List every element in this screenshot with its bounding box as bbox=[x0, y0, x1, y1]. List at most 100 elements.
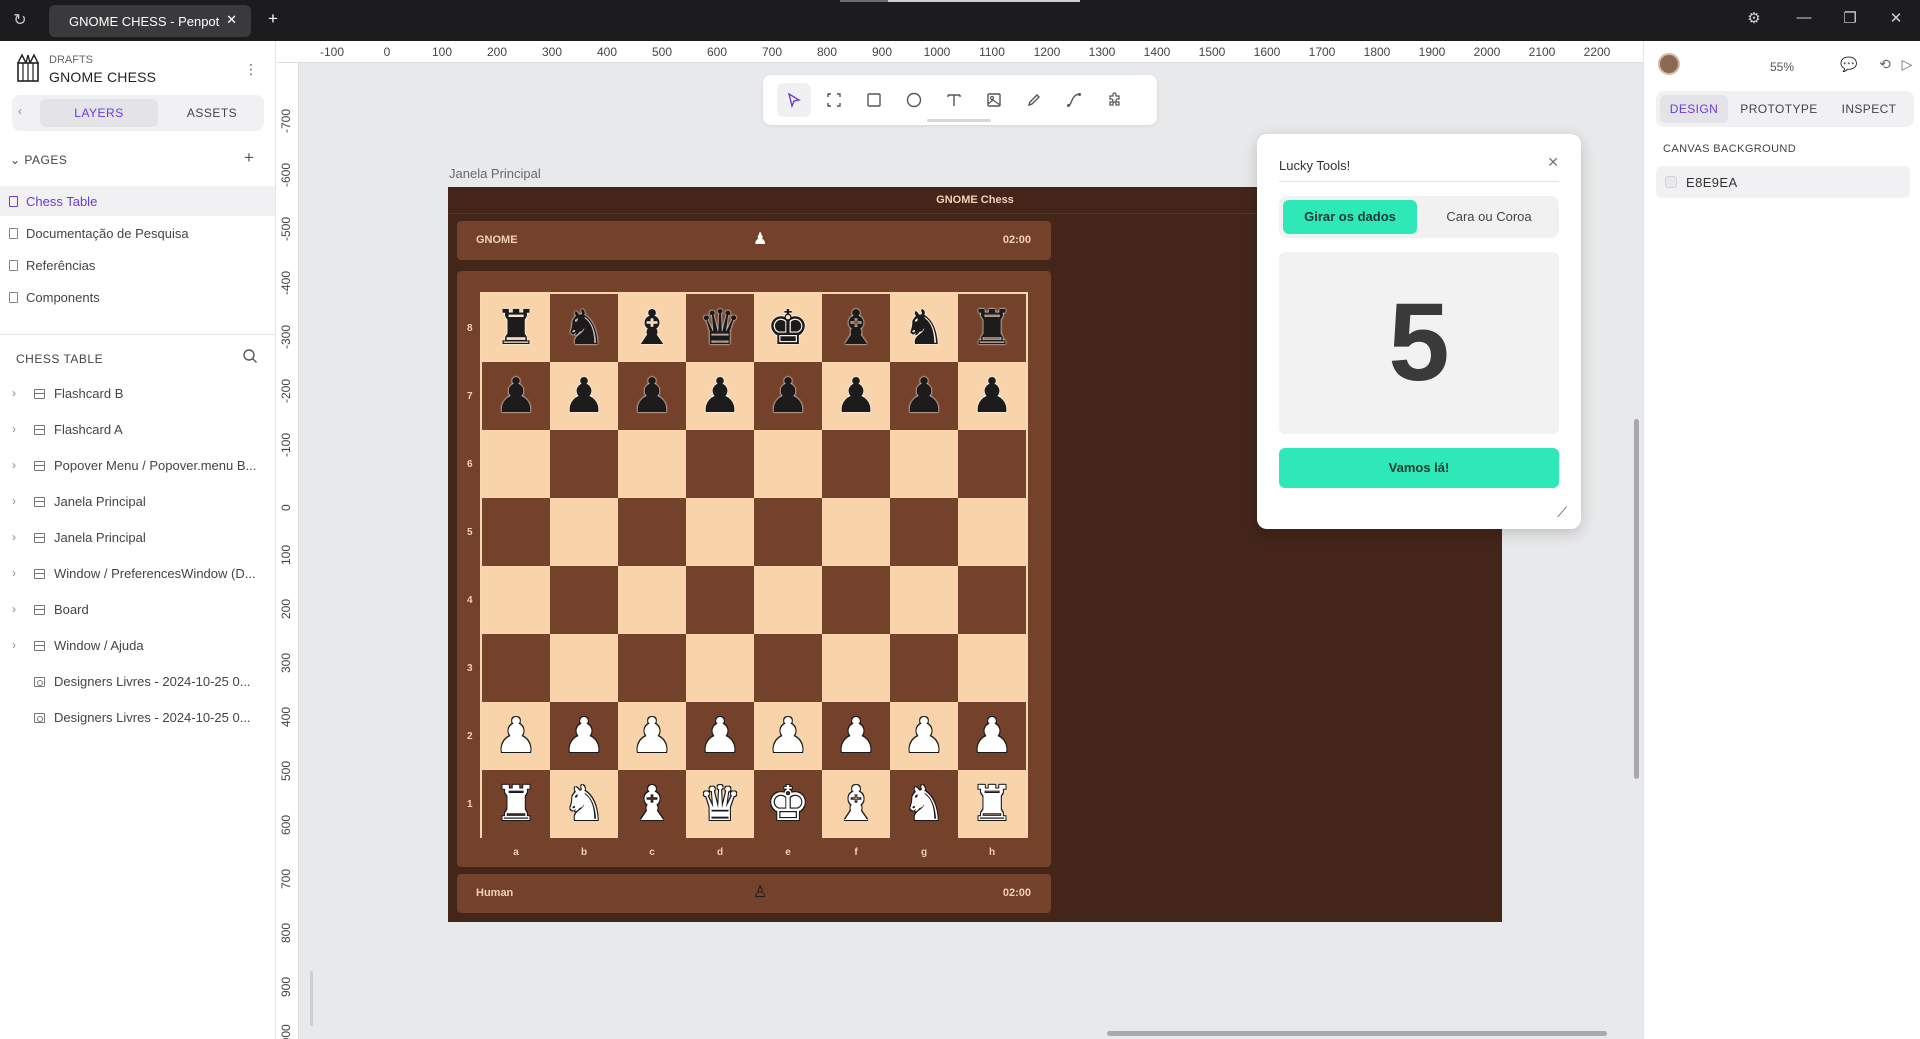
board-square[interactable] bbox=[754, 498, 822, 566]
settings-icon[interactable]: ⚙ bbox=[1742, 9, 1766, 27]
chess-piece[interactable]: ♝ bbox=[618, 294, 686, 362]
vertical-scrollbar[interactable] bbox=[1634, 419, 1639, 779]
pages-header[interactable]: ⌄ PAGES bbox=[10, 153, 67, 167]
plugins-icon[interactable] bbox=[1097, 83, 1131, 117]
chess-piece[interactable]: ♜ bbox=[958, 770, 1026, 838]
chevron-right-icon[interactable]: › bbox=[12, 386, 16, 400]
chess-piece[interactable]: ♚ bbox=[754, 294, 822, 362]
chevron-right-icon[interactable]: › bbox=[12, 638, 16, 652]
roll-dice-tab[interactable]: Girar os dados bbox=[1283, 200, 1417, 234]
chess-piece[interactable]: ♞ bbox=[550, 770, 618, 838]
move-tool-icon[interactable] bbox=[777, 83, 811, 117]
page-item-documentacao[interactable]: Documentação de Pesquisa bbox=[0, 218, 275, 248]
board-square[interactable] bbox=[754, 566, 822, 634]
page-item-chess-table[interactable]: Chess Table bbox=[0, 186, 275, 216]
tab-layers[interactable]: LAYERS bbox=[40, 99, 158, 127]
chess-piece[interactable]: ♜ bbox=[958, 294, 1026, 362]
chess-piece[interactable]: ♟ bbox=[822, 702, 890, 770]
board-square[interactable] bbox=[482, 566, 550, 634]
board-square[interactable] bbox=[890, 430, 958, 498]
chess-piece[interactable]: ♟ bbox=[618, 702, 686, 770]
layer-item[interactable]: › Popover Menu / Popover.menu B... bbox=[0, 451, 275, 481]
project-menu-icon[interactable]: ⋮ bbox=[244, 61, 258, 78]
chess-piece[interactable]: ♞ bbox=[550, 294, 618, 362]
path-tool-icon[interactable] bbox=[1057, 83, 1091, 117]
board-square[interactable] bbox=[550, 634, 618, 702]
canvas-background-field[interactable]: E8E9EA bbox=[1656, 166, 1910, 198]
add-page-icon[interactable]: + bbox=[244, 148, 254, 168]
board-square[interactable] bbox=[618, 566, 686, 634]
board-square[interactable] bbox=[890, 634, 958, 702]
chess-piece[interactable]: ♚ bbox=[754, 770, 822, 838]
board-square[interactable] bbox=[890, 498, 958, 566]
canvas-background-value[interactable]: E8E9EA bbox=[1686, 175, 1738, 190]
go-button[interactable]: Vamos lá! bbox=[1279, 448, 1559, 488]
layer-item[interactable]: › Window / Ajuda bbox=[0, 631, 275, 661]
coin-flip-tab[interactable]: Cara ou Coroa bbox=[1423, 200, 1555, 234]
layer-item[interactable]: › Janela Principal bbox=[0, 487, 275, 517]
board-square[interactable] bbox=[822, 430, 890, 498]
page-item-referencias[interactable]: Referências bbox=[0, 250, 275, 280]
chess-piece[interactable]: ♟ bbox=[686, 362, 754, 430]
board-square[interactable] bbox=[550, 566, 618, 634]
horizontal-scrollbar[interactable] bbox=[1107, 1031, 1607, 1036]
text-tool-icon[interactable] bbox=[937, 83, 971, 117]
collapse-sidebar-icon[interactable]: ‹ bbox=[18, 104, 22, 118]
avatar[interactable] bbox=[1658, 53, 1680, 75]
board-square[interactable] bbox=[686, 566, 754, 634]
board-square[interactable] bbox=[686, 430, 754, 498]
color-swatch[interactable] bbox=[1665, 176, 1677, 188]
chess-piece[interactable]: ♝ bbox=[618, 770, 686, 838]
board-square[interactable] bbox=[958, 430, 1026, 498]
chess-piece[interactable]: ♟ bbox=[890, 702, 958, 770]
board-square[interactable] bbox=[754, 430, 822, 498]
board-square[interactable] bbox=[890, 566, 958, 634]
layer-item[interactable]: Designers Livres - 2024-10-25 0... bbox=[0, 667, 275, 697]
chess-piece[interactable]: ♜ bbox=[482, 770, 550, 838]
chevron-right-icon[interactable]: › bbox=[12, 566, 16, 580]
browser-tab[interactable]: GNOME CHESS - Penpot ✕ bbox=[49, 5, 251, 37]
board-name-label[interactable]: Janela Principal bbox=[449, 166, 541, 181]
chess-piece[interactable]: ♞ bbox=[890, 294, 958, 362]
tab-inspect[interactable]: INSPECT bbox=[1828, 95, 1910, 123]
chess-piece[interactable]: ♟ bbox=[686, 702, 754, 770]
board-square[interactable] bbox=[822, 498, 890, 566]
comments-icon[interactable]: 💬 bbox=[1840, 56, 1858, 74]
chevron-right-icon[interactable]: › bbox=[12, 602, 16, 616]
tab-assets[interactable]: ASSETS bbox=[162, 99, 262, 127]
chevron-right-icon[interactable]: › bbox=[12, 494, 16, 508]
board-square[interactable] bbox=[550, 430, 618, 498]
board-square[interactable] bbox=[482, 498, 550, 566]
close-icon[interactable]: ✕ bbox=[1547, 154, 1559, 171]
board-square[interactable] bbox=[822, 566, 890, 634]
drafts-label[interactable]: DRAFTS bbox=[49, 54, 93, 66]
chess-piece[interactable]: ♞ bbox=[890, 770, 958, 838]
project-name[interactable]: GNOME CHESS bbox=[49, 69, 156, 85]
board-square[interactable] bbox=[822, 634, 890, 702]
history-icon[interactable]: ⟲ bbox=[1876, 56, 1894, 74]
resize-grip-icon[interactable]: ⟋ bbox=[1557, 504, 1567, 521]
tab-close-icon[interactable]: ✕ bbox=[226, 12, 237, 28]
board-tool-icon[interactable] bbox=[817, 83, 851, 117]
board-square[interactable] bbox=[958, 498, 1026, 566]
board-square[interactable] bbox=[686, 634, 754, 702]
close-window-icon[interactable]: ✕ bbox=[1884, 9, 1908, 27]
board-square[interactable] bbox=[482, 634, 550, 702]
chess-piece[interactable]: ♟ bbox=[482, 362, 550, 430]
pencil-tool-icon[interactable] bbox=[1017, 83, 1051, 117]
chess-piece[interactable]: ♟ bbox=[550, 702, 618, 770]
board-square[interactable] bbox=[618, 634, 686, 702]
ellipse-tool-icon[interactable] bbox=[897, 83, 931, 117]
board-square[interactable] bbox=[618, 430, 686, 498]
minimize-icon[interactable]: — bbox=[1792, 9, 1816, 26]
search-icon[interactable] bbox=[242, 348, 258, 364]
board-square[interactable] bbox=[482, 430, 550, 498]
chevron-right-icon[interactable]: › bbox=[12, 422, 16, 436]
reload-icon[interactable]: ↻ bbox=[10, 11, 30, 31]
board-square[interactable] bbox=[618, 498, 686, 566]
chess-piece[interactable]: ♟ bbox=[482, 702, 550, 770]
chess-piece[interactable]: ♛ bbox=[686, 294, 754, 362]
canvas[interactable]: -100 0 100 200 300 400 500 600 700 800 900 1000 1100… bbox=[277, 41, 1643, 1039]
chess-piece[interactable]: ♟ bbox=[618, 362, 686, 430]
chess-piece[interactable]: ♛ bbox=[686, 770, 754, 838]
